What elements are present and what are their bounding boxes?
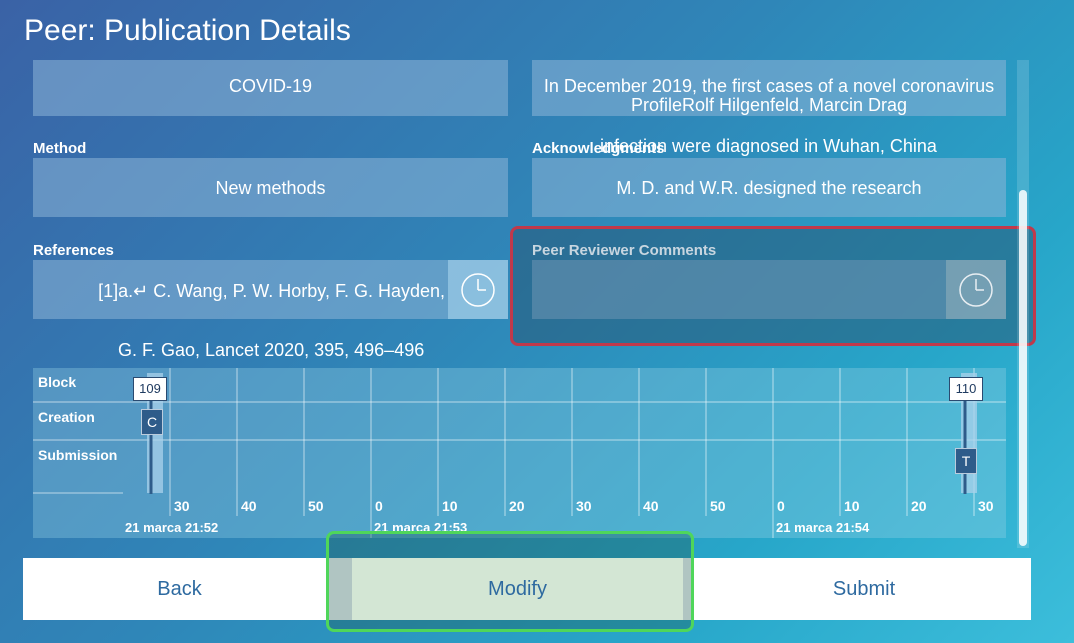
row-label-submission: Submission — [38, 447, 118, 463]
time-label: 21 marca 21:52 — [125, 520, 219, 535]
peer-comments-input[interactable] — [532, 260, 946, 319]
tick-label: 20 — [509, 498, 525, 514]
tick-label: 0 — [777, 498, 785, 514]
block-marker-110[interactable]: 110 — [949, 377, 983, 401]
method-value: New methods — [215, 178, 326, 198]
references-line-1: [1]a.↵ C. Wang, P. W. Horby, F. G. Hayde… — [98, 281, 445, 301]
peer-comments-clock-button[interactable] — [946, 260, 1006, 319]
tick-label: 40 — [241, 498, 257, 514]
topic-field[interactable]: COVID-19 — [33, 60, 508, 116]
submission-event[interactable]: T — [955, 448, 977, 474]
tick-label: 30 — [174, 498, 190, 514]
references-label: References — [33, 242, 114, 259]
clock-icon — [461, 272, 495, 307]
method-field[interactable]: New methods — [33, 158, 508, 217]
submit-button[interactable]: Submit — [697, 558, 1031, 620]
abstract-field[interactable]: In December 2019, the first cases of a n… — [532, 60, 1006, 116]
abstract-line-3: infection were diagnosed in Wuhan, China — [600, 136, 937, 156]
tick-label: 10 — [844, 498, 860, 514]
time-label: 21 marca 21:54 — [776, 520, 870, 535]
tick-label: 50 — [308, 498, 324, 514]
creation-event[interactable]: C — [141, 409, 163, 435]
row-label-block: Block — [38, 374, 77, 390]
clock-icon — [959, 272, 993, 307]
tick-label: 30 — [978, 498, 994, 514]
tick-label: 50 — [710, 498, 726, 514]
tick-label: 20 — [911, 498, 927, 514]
modify-button[interactable]: Modify — [352, 558, 683, 620]
abstract-line-2: ProfileRolf Hilgenfeld, Marcin Drag — [630, 95, 908, 115]
tick-label: 40 — [643, 498, 659, 514]
back-button[interactable]: Back — [23, 558, 336, 620]
topic-value: COVID-19 — [228, 76, 313, 96]
tick-label: 0 — [375, 498, 383, 514]
tick-label: 10 — [442, 498, 458, 514]
references-line-2: G. F. Gao, Lancet 2020, 395, 496–496 — [118, 340, 425, 360]
references-clock-button[interactable] — [448, 260, 508, 319]
references-field[interactable]: [1]a.↵ C. Wang, P. W. Horby, F. G. Hayde… — [33, 260, 448, 319]
acknowledgments-value: M. D. and W.R. designed the research — [616, 178, 922, 198]
abstract-line-1: In December 2019, the first cases of a n… — [543, 76, 995, 96]
tick-label: 30 — [576, 498, 592, 514]
method-label: Method — [33, 140, 87, 157]
row-label-creation: Creation — [38, 409, 95, 425]
acknowledgments-field[interactable]: M. D. and W.R. designed the research — [532, 158, 1006, 217]
scrollbar-thumb[interactable] — [1019, 190, 1027, 546]
page-title: Peer: Publication Details — [24, 14, 351, 47]
block-marker-109[interactable]: 109 — [133, 377, 167, 401]
peer-comments-label: Peer Reviewer Comments — [532, 242, 717, 259]
timeline-chart: Block Creation Submission 109 110 C T 30… — [33, 368, 1006, 538]
